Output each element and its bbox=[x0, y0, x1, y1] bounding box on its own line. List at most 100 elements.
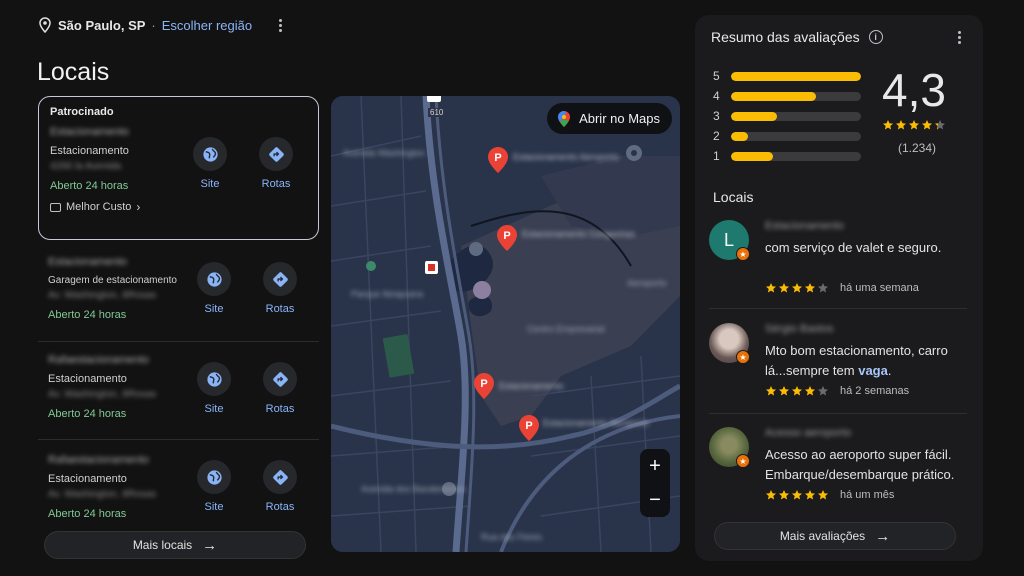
reviewer-name[interactable]: Sérgio Bastos bbox=[765, 323, 833, 335]
map-view[interactable]: 610 Avenida Washington Parque Ibirapuera… bbox=[331, 96, 680, 552]
svg-text:P: P bbox=[503, 230, 510, 242]
reviews-title: Resumo das avaliações bbox=[711, 29, 860, 45]
review-date: há 2 semanas bbox=[840, 385, 910, 397]
site-button[interactable]: Site bbox=[197, 262, 231, 315]
routes-button[interactable]: Rotas bbox=[263, 262, 297, 315]
star-icon bbox=[766, 386, 776, 396]
site-label: Site bbox=[204, 403, 224, 415]
globe-icon bbox=[202, 146, 218, 162]
star-icon bbox=[766, 490, 776, 500]
review-stars bbox=[765, 385, 829, 397]
review-text: com serviço de valet e seguro. bbox=[765, 240, 942, 255]
more-reviews-button[interactable]: Mais avaliações → bbox=[714, 522, 956, 550]
sponsored-label: Patrocinado bbox=[50, 106, 114, 118]
review-text: Acesso ao aeroporto super fácil. Embarqu… bbox=[765, 447, 955, 482]
rating-bar-row: 2 bbox=[713, 126, 863, 146]
site-button[interactable]: Site bbox=[197, 362, 231, 415]
rating-bar-label: 5 bbox=[713, 69, 720, 83]
promo-link[interactable]: Melhor Custo › bbox=[50, 200, 307, 214]
zoom-out-button[interactable]: − bbox=[649, 489, 661, 512]
more-reviews-label: Mais avaliações bbox=[779, 529, 866, 543]
rating-bar-track bbox=[731, 151, 861, 161]
review-text: Mto bom estacionamento, carro lá...sempr… bbox=[765, 343, 948, 378]
page-title: Locais bbox=[37, 58, 110, 86]
site-button[interactable]: Site bbox=[197, 460, 231, 513]
reviews-more-options-icon[interactable] bbox=[951, 29, 967, 45]
star-icon bbox=[779, 386, 789, 396]
globe-icon bbox=[206, 469, 222, 485]
site-label: Site bbox=[204, 501, 224, 513]
review-highlight: vaga bbox=[858, 363, 888, 378]
parking-pin-icon[interactable]: P bbox=[487, 146, 509, 174]
listing-item[interactable]: Estacionamento Garagem de estacionamento… bbox=[38, 244, 319, 342]
street-label: Aeroporto bbox=[627, 278, 667, 288]
pin-label: Estacionamento Aeroporto bbox=[513, 152, 620, 162]
site-button[interactable]: Site bbox=[193, 137, 227, 190]
arrow-right-icon: → bbox=[875, 527, 891, 545]
star-icon bbox=[935, 120, 945, 130]
rating-bar-track bbox=[731, 111, 861, 121]
directions-icon bbox=[272, 469, 288, 485]
svg-text:P: P bbox=[525, 420, 532, 432]
listing-item[interactable]: Rafaestacionamento Estacionamento Av. Wa… bbox=[38, 440, 319, 538]
rating-bar-label: 2 bbox=[713, 129, 720, 143]
region-more-options-icon[interactable] bbox=[272, 17, 288, 33]
info-icon[interactable]: i bbox=[868, 30, 883, 44]
review-item[interactable]: L ★ Estacionamento com serviço de valet … bbox=[709, 220, 967, 310]
star-icon bbox=[779, 283, 789, 293]
routes-label: Rotas bbox=[265, 501, 295, 513]
rating-bar-fill bbox=[731, 131, 748, 141]
star-icon bbox=[818, 283, 828, 293]
listing-item[interactable]: Rafaestacionamento Estacionamento Av. Wa… bbox=[38, 342, 319, 440]
rating-bar-label: 3 bbox=[713, 109, 720, 123]
parking-pin-icon[interactable]: P bbox=[473, 372, 495, 400]
region-separator: · bbox=[151, 17, 156, 33]
star-icon bbox=[792, 283, 802, 293]
star-icon bbox=[792, 386, 802, 396]
pin-label: Estacionamento Aeroporto bbox=[543, 418, 650, 428]
open-in-maps-button[interactable]: Abrir no Maps bbox=[547, 103, 672, 134]
parking-pin-icon[interactable]: P bbox=[518, 414, 540, 442]
routes-button[interactable]: Rotas bbox=[259, 137, 293, 190]
rating-bar-fill bbox=[731, 151, 773, 161]
rating-bar-track bbox=[731, 91, 861, 101]
star-icon bbox=[792, 490, 802, 500]
star-icon bbox=[896, 120, 906, 130]
review-item[interactable]: ★ Sérgio Bastos Mto bom estacionamento, … bbox=[709, 323, 967, 414]
star-icon bbox=[922, 120, 932, 130]
rating-bar-fill bbox=[731, 71, 861, 81]
site-label: Site bbox=[204, 303, 224, 315]
choose-region-link[interactable]: Escolher região bbox=[162, 18, 252, 33]
street-label: Avenida dos Bandeirantes bbox=[361, 484, 466, 494]
reviewer-name[interactable]: Estacionamento bbox=[765, 220, 844, 232]
directions-icon bbox=[268, 146, 284, 162]
rating-bar-fill bbox=[731, 111, 777, 121]
routes-label: Rotas bbox=[265, 403, 295, 415]
routes-label: Rotas bbox=[261, 178, 291, 190]
average-rating: 4,3 bbox=[882, 64, 946, 116]
pin-label: Estacionamento bbox=[499, 381, 564, 391]
review-item[interactable]: ★ Acesso aeroporto Acesso ao aeroporto s… bbox=[709, 427, 967, 517]
pin-label: Estacionamento Congonhas bbox=[522, 229, 636, 239]
site-label: Site bbox=[200, 178, 220, 190]
svg-text:P: P bbox=[494, 152, 501, 164]
reviewer-name[interactable]: Acesso aeroporto bbox=[765, 427, 851, 439]
region-bar: São Paulo, SP · Escolher região bbox=[38, 15, 288, 35]
directions-icon bbox=[272, 371, 288, 387]
street-label: Centro Empresarial bbox=[527, 324, 605, 334]
star-icon bbox=[883, 120, 893, 130]
review-date: há um mês bbox=[840, 489, 895, 501]
chevron-right-icon: › bbox=[136, 200, 141, 214]
parking-pin-icon[interactable]: P bbox=[496, 224, 518, 252]
reviews-panel: Resumo das avaliações i 5 4 3 2 1 4,3 (1.234… bbox=[695, 15, 983, 561]
routes-button[interactable]: Rotas bbox=[263, 460, 297, 513]
rating-bar-label: 1 bbox=[713, 149, 720, 163]
routes-label: Rotas bbox=[265, 303, 295, 315]
rating-bar-label: 4 bbox=[713, 89, 720, 103]
routes-button[interactable]: Rotas bbox=[263, 362, 297, 415]
listing-sponsored[interactable]: Patrocinado Estacionamento Estacionament… bbox=[38, 96, 319, 240]
more-places-button[interactable]: Mais locais → bbox=[44, 531, 306, 559]
open-in-maps-label: Abrir no Maps bbox=[579, 111, 660, 126]
star-icon bbox=[805, 283, 815, 293]
zoom-in-button[interactable]: + bbox=[649, 455, 661, 478]
